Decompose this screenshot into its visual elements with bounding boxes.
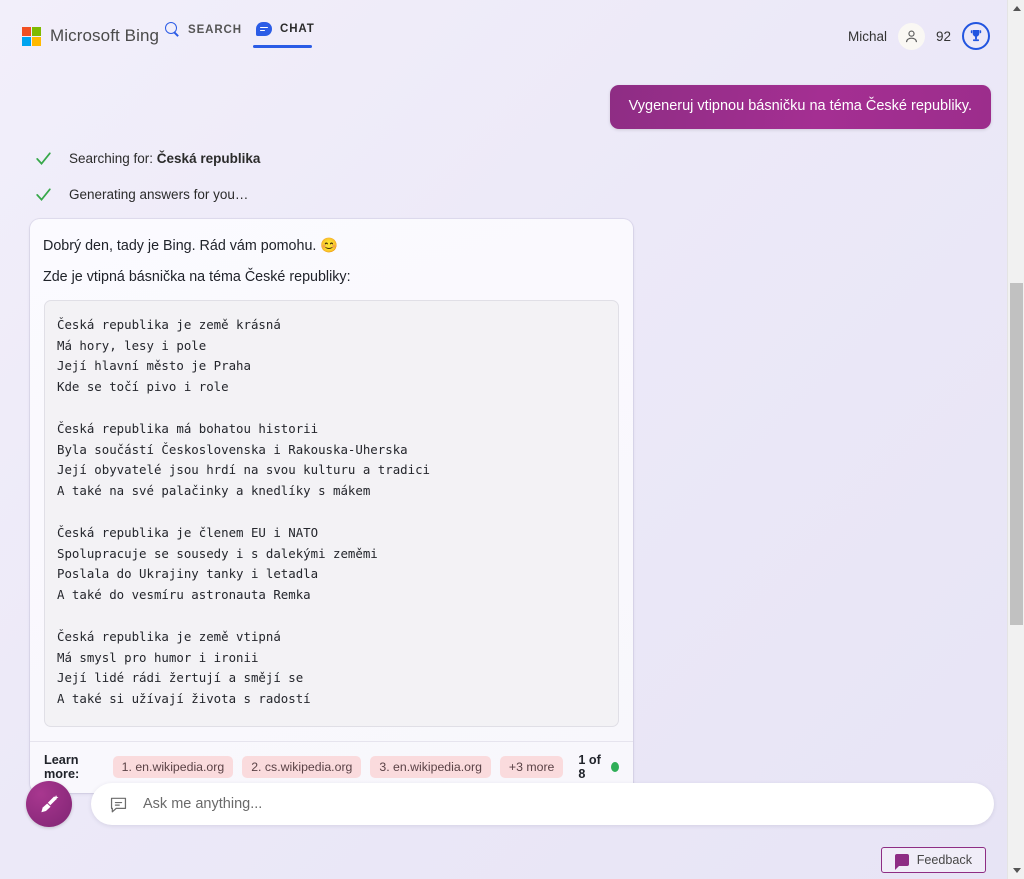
- tab-chat-label: CHAT: [280, 23, 315, 35]
- status-text: Searching for: Česká republika: [69, 151, 260, 166]
- feedback-button[interactable]: Feedback: [880, 847, 986, 873]
- vertical-scrollbar[interactable]: [1007, 0, 1024, 879]
- ask-input-shell[interactable]: [91, 783, 994, 825]
- bing-logo[interactable]: Microsoft Bing: [22, 26, 159, 46]
- scroll-up-button[interactable]: [1008, 0, 1024, 17]
- tab-chat[interactable]: CHAT: [253, 22, 315, 48]
- feedback-label: Feedback: [916, 853, 972, 867]
- status-prefix: Searching for:: [69, 151, 157, 166]
- scrollbar-thumb[interactable]: [1010, 283, 1023, 625]
- bing-answer-card: Dobrý den, tady je Bing. Rád vám pomohu.…: [30, 219, 633, 794]
- more-sources-chip[interactable]: +3 more: [499, 756, 564, 779]
- source-chip-2[interactable]: 2. cs.wikipedia.org: [242, 756, 362, 779]
- user-area: Michal 92: [848, 22, 990, 50]
- answer-greeting: Dobrý den, tady je Bing. Rád vám pomohu.…: [43, 238, 339, 254]
- new-topic-button[interactable]: [26, 781, 72, 827]
- checkmark-icon: [36, 188, 51, 201]
- brand-label: Microsoft Bing: [50, 26, 160, 45]
- answer-intro: Zde je vtipná básnička na téma České rep…: [43, 269, 351, 286]
- tab-active-underline: [253, 45, 312, 48]
- user-message-bubble: Vygeneruj vtipnou básničku na téma České…: [609, 85, 991, 129]
- ask-input[interactable]: [141, 795, 976, 813]
- feedback-bubble-icon: [894, 854, 909, 870]
- chevron-down-icon: [1012, 868, 1021, 873]
- status-row-generating: Generating answers for you…: [34, 185, 248, 204]
- turn-counter-label: 1 of 8: [578, 753, 601, 782]
- status-row-searching: Searching for: Česká republika: [34, 149, 260, 168]
- source-chip-3[interactable]: 3. en.wikipedia.org: [370, 756, 491, 779]
- chat-bubble-icon: [256, 22, 272, 36]
- status-text: Generating answers for you…: [69, 187, 249, 202]
- turn-counter: 1 of 8: [578, 753, 619, 781]
- scroll-down-button[interactable]: [1008, 862, 1024, 879]
- poem-code-block: Česká republika je země krásná Má hory, …: [44, 299, 619, 728]
- user-name: Michal: [847, 28, 887, 44]
- learn-more-label: Learn more:: [44, 753, 80, 782]
- rewards-points: 92: [935, 28, 951, 44]
- tab-search-label: SEARCH: [188, 23, 242, 36]
- search-icon: [165, 22, 180, 37]
- avatar[interactable]: [897, 22, 925, 50]
- page-canvas: Microsoft Bing SEARCH CHAT Michal 92 Vyg…: [0, 0, 1007, 879]
- tab-search[interactable]: SEARCH: [165, 22, 242, 49]
- app-header: Microsoft Bing SEARCH CHAT Michal 92: [0, 0, 1007, 69]
- person-icon: [905, 30, 917, 42]
- composer-bar: [26, 781, 994, 827]
- chat-bubble-outline-icon: [110, 797, 127, 812]
- status-query: Česká republika: [156, 151, 261, 166]
- trophy-icon: [970, 30, 982, 42]
- rewards-badge[interactable]: [962, 22, 990, 50]
- status-dot-icon: [611, 762, 619, 773]
- checkmark-icon: [36, 152, 51, 165]
- poem-text: Česká republika je země krásná Má hory, …: [57, 316, 430, 707]
- microsoft-logo-icon: [22, 26, 41, 46]
- chevron-up-icon: [1012, 6, 1021, 11]
- broom-icon: [40, 794, 58, 812]
- source-chip-1[interactable]: 1. en.wikipedia.org: [112, 756, 234, 779]
